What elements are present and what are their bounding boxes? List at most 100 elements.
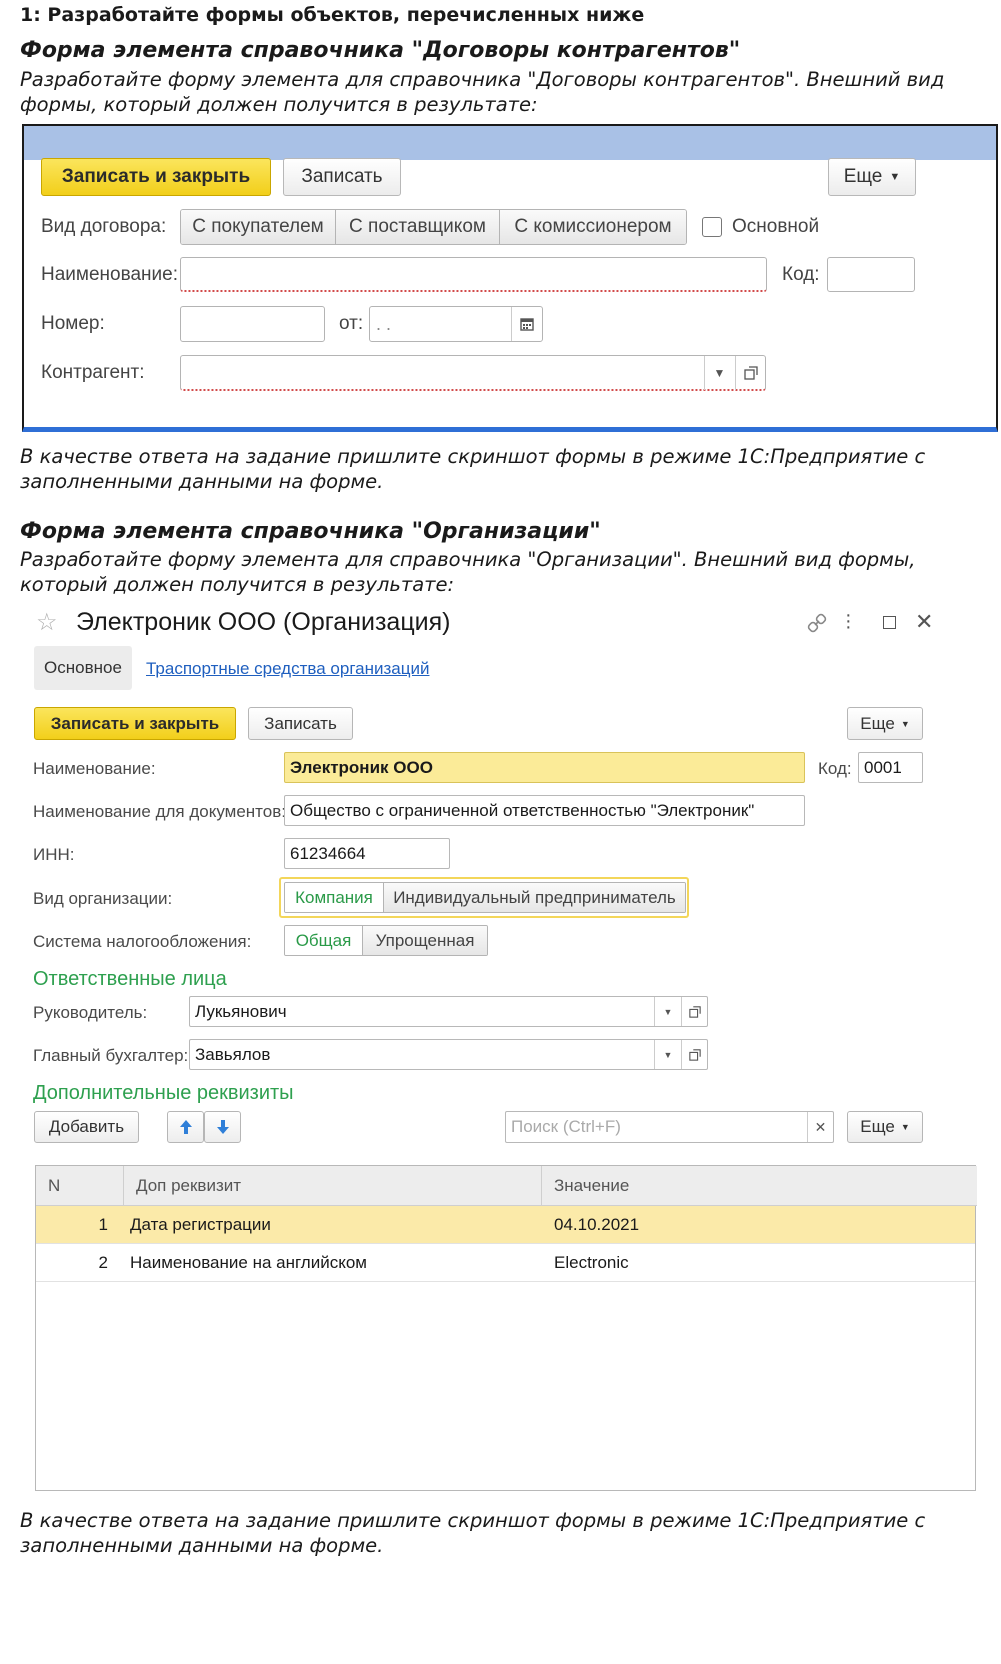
open-icon[interactable] bbox=[681, 997, 708, 1026]
section2-intro-line1: Разработайте форму элемента для справочн… bbox=[20, 548, 916, 571]
search-input[interactable]: Поиск (Ctrl+F) bbox=[505, 1111, 834, 1143]
docname-label: Наименование для документов: bbox=[33, 802, 286, 821]
org-type-company[interactable]: Компания bbox=[285, 883, 384, 912]
more-label: Еще bbox=[860, 713, 895, 733]
date-label: от: bbox=[339, 313, 364, 334]
window-title: Электроник ООО (Организация) bbox=[76, 608, 451, 636]
name-label: Наименование: bbox=[41, 264, 178, 285]
contract-type-label: Вид договора: bbox=[41, 216, 167, 237]
row-number: 2 bbox=[98, 1253, 108, 1272]
row-value: 04.10.2021 bbox=[554, 1215, 640, 1234]
name-field[interactable]: Электроник ООО bbox=[284, 752, 805, 783]
section2-intro-line2: который должен получится в результате: bbox=[20, 573, 455, 596]
main-checkbox-label: Основной bbox=[732, 216, 820, 237]
name-field[interactable] bbox=[180, 257, 767, 292]
maximize-icon[interactable] bbox=[883, 616, 896, 629]
row-value: Electronic bbox=[554, 1253, 629, 1272]
org-type-entrepreneur[interactable]: Индивидуальный предприниматель bbox=[384, 883, 685, 912]
docname-field[interactable]: Общество с ограниченной ответственностью… bbox=[284, 795, 805, 826]
row-number: 1 bbox=[98, 1215, 108, 1234]
move-up-button[interactable] bbox=[167, 1111, 204, 1143]
inn-label: ИНН: bbox=[33, 845, 75, 864]
tax-label: Система налогообложения: bbox=[33, 932, 252, 951]
chevron-down-icon: ▼ bbox=[889, 171, 901, 183]
close-icon[interactable]: ✕ bbox=[915, 609, 933, 635]
row-attr: Наименование на английском bbox=[130, 1253, 367, 1272]
save-close-button[interactable]: Записать и закрыть bbox=[41, 158, 271, 196]
link-icon[interactable] bbox=[806, 612, 828, 639]
name-label: Наименование: bbox=[33, 759, 156, 778]
section1-heading: Форма элемента справочника "Договоры кон… bbox=[20, 38, 741, 63]
chevron-down-icon: ▼ bbox=[900, 1122, 910, 1132]
table-row[interactable]: 2 Наименование на английском Electronic bbox=[36, 1244, 975, 1282]
contract-type-commissioner[interactable]: С комиссионером bbox=[500, 210, 686, 244]
section2-heading: Форма элемента справочника "Организации" bbox=[20, 519, 601, 544]
form-title-bar bbox=[24, 126, 996, 160]
section2-answer-line1: В качестве ответа на задание пришлите ск… bbox=[20, 1509, 926, 1532]
accountant-field[interactable]: Завьялов bbox=[189, 1039, 708, 1070]
head-label: Руководитель: bbox=[33, 1003, 148, 1022]
section1-answer-line2: заполненными данными на форме. bbox=[20, 470, 384, 493]
head-field[interactable]: Лукьянович bbox=[189, 996, 708, 1027]
save-close-button[interactable]: Записать и закрыть bbox=[34, 707, 236, 740]
tab-vehicles[interactable]: Траспортные средства организаций bbox=[146, 659, 429, 679]
section1-answer-line1: В качестве ответа на задание пришлите ск… bbox=[20, 445, 926, 468]
clear-search-icon[interactable]: ✕ bbox=[807, 1112, 833, 1142]
column-header-value[interactable]: Значение bbox=[542, 1166, 977, 1206]
table-row[interactable]: 1 Дата регистрации 04.10.2021 bbox=[36, 1206, 975, 1244]
move-down-button[interactable] bbox=[204, 1111, 241, 1143]
calendar-icon[interactable] bbox=[511, 307, 542, 341]
chevron-down-icon[interactable]: ▼ bbox=[704, 356, 734, 390]
chevron-down-icon[interactable]: ▼ bbox=[654, 997, 681, 1026]
code-field[interactable]: 0001 bbox=[858, 752, 923, 783]
extra-attributes-table: N Доп реквизит Значение 1 Дата регистрац… bbox=[35, 1165, 977, 1491]
accountant-label: Главный бухгалтер: bbox=[33, 1046, 189, 1065]
star-icon[interactable]: ☆ bbox=[36, 608, 58, 637]
number-label: Номер: bbox=[41, 313, 105, 334]
counterparty-label: Контрагент: bbox=[41, 362, 145, 383]
tax-switch: Общая Упрощенная bbox=[284, 925, 488, 956]
contract-type-supplier[interactable]: С поставщиком bbox=[336, 210, 500, 244]
more-button[interactable]: Еще ▼ bbox=[828, 158, 916, 196]
table-more-button[interactable]: Еще ▼ bbox=[847, 1111, 923, 1143]
task-title: 1: Разработайте формы объектов, перечисл… bbox=[20, 4, 645, 26]
section1-intro-line1: Разработайте форму элемента для справочн… bbox=[20, 68, 945, 91]
tab-main[interactable]: Основное bbox=[34, 646, 132, 690]
section1-intro-line2: формы, который должен получится в резуль… bbox=[20, 93, 538, 116]
number-field[interactable] bbox=[180, 306, 325, 342]
open-icon[interactable] bbox=[735, 356, 765, 390]
arrow-down-icon bbox=[216, 1120, 229, 1134]
row-attr: Дата регистрации bbox=[130, 1215, 271, 1234]
chevron-down-icon[interactable]: ▼ bbox=[654, 1040, 681, 1069]
more-label: Еще bbox=[843, 166, 883, 187]
table-more-label: Еще bbox=[860, 1117, 895, 1136]
column-header-attr[interactable]: Доп реквизит bbox=[124, 1166, 542, 1206]
contract-type-switch: С покупателем С поставщиком С комиссионе… bbox=[180, 209, 687, 245]
code-label: Код: bbox=[818, 759, 852, 778]
save-button[interactable]: Записать bbox=[248, 707, 353, 740]
section2-answer-line2: заполненными данными на форме. bbox=[20, 1534, 384, 1557]
open-icon[interactable] bbox=[681, 1040, 708, 1069]
code-label: Код: bbox=[782, 264, 820, 285]
org-type-switch: Компания Индивидуальный предприниматель bbox=[284, 882, 686, 913]
tax-simplified[interactable]: Упрощенная bbox=[363, 926, 487, 955]
counterparty-field[interactable] bbox=[180, 355, 766, 391]
tax-general[interactable]: Общая bbox=[285, 926, 363, 955]
chevron-down-icon: ▼ bbox=[900, 718, 910, 729]
main-checkbox[interactable] bbox=[702, 217, 722, 237]
save-button[interactable]: Записать bbox=[283, 158, 401, 196]
search-placeholder: Поиск (Ctrl+F) bbox=[511, 1117, 621, 1136]
extra-group-title: Дополнительные реквизиты bbox=[33, 1082, 294, 1104]
responsible-group-title: Ответственные лица bbox=[33, 968, 227, 990]
arrow-up-icon bbox=[179, 1120, 192, 1134]
contract-type-customer[interactable]: С покупателем bbox=[181, 210, 336, 244]
inn-field[interactable]: 61234664 bbox=[284, 838, 450, 869]
add-button[interactable]: Добавить bbox=[34, 1111, 139, 1143]
column-header-n[interactable]: N bbox=[36, 1166, 124, 1206]
more-vertical-icon[interactable]: · · · bbox=[845, 605, 852, 637]
code-field[interactable] bbox=[827, 257, 915, 292]
more-button[interactable]: Еще ▼ bbox=[847, 707, 923, 740]
contract-form: Записать и закрыть Записать Еще ▼ Вид до… bbox=[22, 124, 998, 432]
date-placeholder: . . bbox=[376, 313, 392, 334]
org-type-label: Вид организации: bbox=[33, 889, 173, 908]
